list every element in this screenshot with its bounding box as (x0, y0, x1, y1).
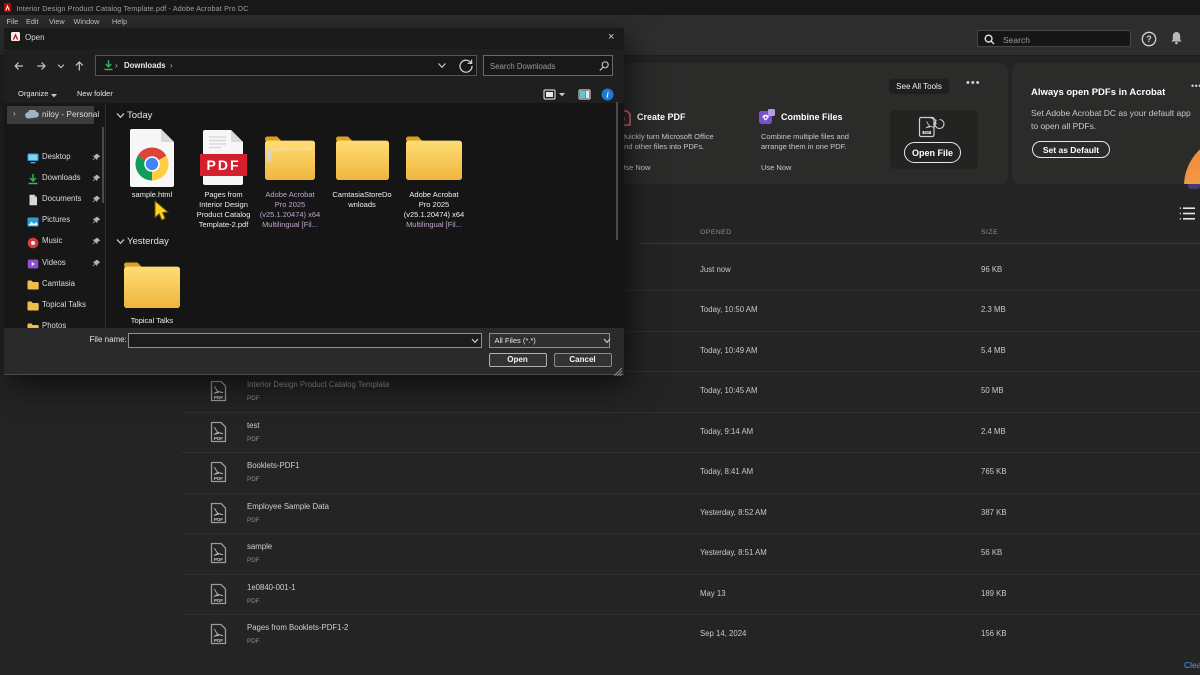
svg-text:PDF: PDF (214, 638, 223, 643)
svg-text:PDF: PDF (207, 157, 241, 173)
svg-text:PDF: PDF (214, 598, 223, 603)
svg-text:PDF: PDF (214, 436, 223, 441)
svg-text:PDF: PDF (214, 395, 223, 400)
svg-text:PDF: PDF (214, 517, 223, 522)
svg-text:PDF: PDF (214, 476, 223, 481)
svg-text:PDF: PDF (214, 557, 223, 562)
